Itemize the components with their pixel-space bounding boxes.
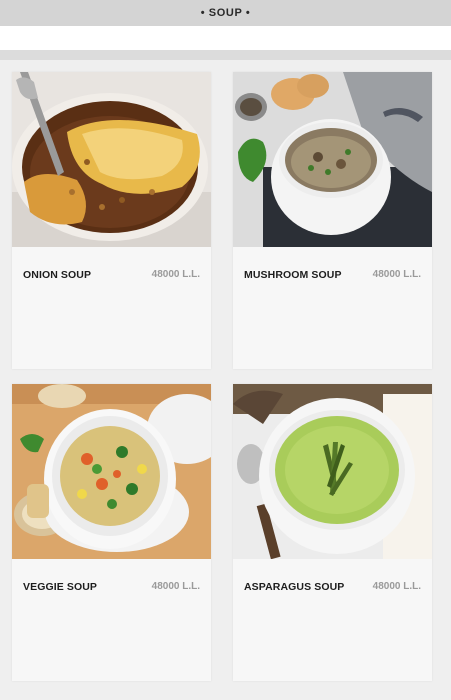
onion-soup-info: ONION SOUP 48000 L.L. bbox=[12, 247, 211, 369]
asparagus-soup-info: ASPARAGUS SOUP 48000 L.L. bbox=[233, 559, 432, 681]
item-name: VEGGIE SOUP bbox=[23, 581, 98, 593]
mushroom-soup-photo bbox=[233, 72, 432, 247]
section-header: • SOUP • bbox=[0, 0, 451, 26]
menu-grid: ONION SOUP 48000 L.L. MUSHROOM SOUP 4800… bbox=[0, 60, 451, 700]
menu-item-veggie-soup[interactable]: VEGGIE SOUP 48000 L.L. bbox=[12, 384, 211, 681]
veggie-soup-photo bbox=[12, 384, 211, 559]
asparagus-soup-photo bbox=[233, 384, 432, 559]
item-name: ASPARAGUS SOUP bbox=[244, 581, 345, 593]
item-price: 48000 L.L. bbox=[372, 581, 421, 592]
section-title: • SOUP • bbox=[200, 7, 251, 19]
menu-item-mushroom-soup[interactable]: MUSHROOM SOUP 48000 L.L. bbox=[233, 72, 432, 369]
item-name: ONION SOUP bbox=[23, 269, 92, 281]
menu-item-asparagus-soup[interactable]: ASPARAGUS SOUP 48000 L.L. bbox=[233, 384, 432, 681]
item-price: 48000 L.L. bbox=[372, 269, 421, 280]
item-price: 48000 L.L. bbox=[151, 269, 200, 280]
header-divider bbox=[0, 50, 451, 60]
veggie-soup-info: VEGGIE SOUP 48000 L.L. bbox=[12, 559, 211, 681]
onion-soup-photo bbox=[12, 72, 211, 247]
menu-item-onion-soup[interactable]: ONION SOUP 48000 L.L. bbox=[12, 72, 211, 369]
mushroom-soup-info: MUSHROOM SOUP 48000 L.L. bbox=[233, 247, 432, 369]
item-price: 48000 L.L. bbox=[151, 581, 200, 592]
header-spacer bbox=[0, 26, 451, 50]
item-name: MUSHROOM SOUP bbox=[244, 269, 342, 281]
